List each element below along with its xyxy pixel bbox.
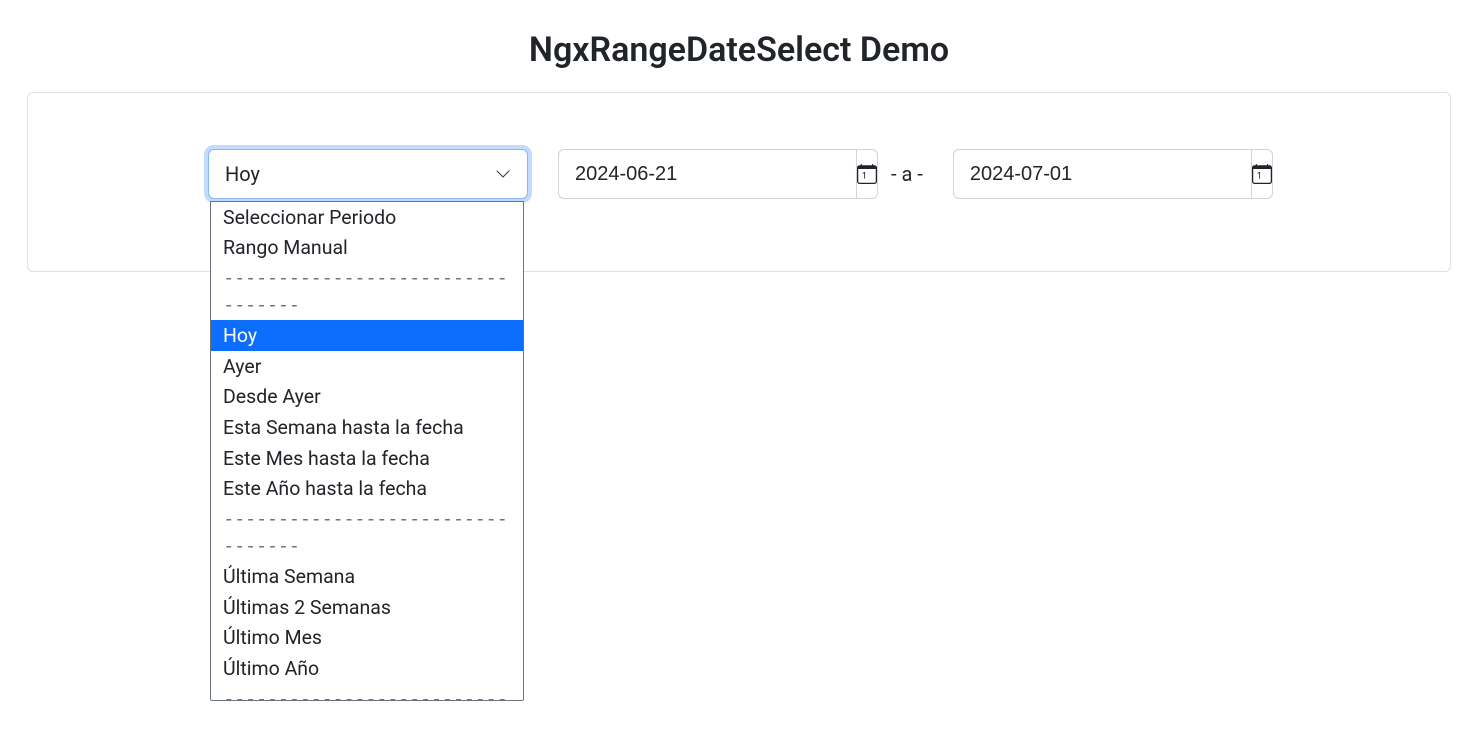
dropdown-item[interactable]: Última Semana (211, 561, 523, 592)
dropdown-item[interactable]: Desde Ayer (211, 382, 523, 413)
demo-card: Hoy Seleccionar PeriodoRango Manual-----… (27, 92, 1451, 272)
date-to-input[interactable] (953, 149, 1251, 199)
dropdown-item[interactable]: Últimas 2 Semanas (211, 592, 523, 623)
period-select-wrapper: Hoy Seleccionar PeriodoRango Manual-----… (208, 149, 528, 199)
period-select[interactable]: Hoy (208, 149, 528, 199)
dropdown-divider: --------------------------------- (211, 263, 523, 320)
date-from-group (558, 149, 861, 199)
date-range-separator: - a - (891, 162, 923, 186)
page-container: NgxRangeDateSelect Demo Hoy Seleccionar … (0, 0, 1478, 292)
page-title: NgxRangeDateSelect Demo (27, 30, 1451, 70)
calendar-icon (857, 164, 877, 184)
dropdown-item[interactable]: Ayer (211, 351, 523, 382)
controls-row: Hoy Seleccionar PeriodoRango Manual-----… (208, 149, 1270, 199)
dropdown-divider: --------------------------------- (211, 504, 523, 561)
dropdown-item[interactable]: Rango Manual (211, 233, 523, 264)
calendar-icon (1252, 164, 1272, 184)
date-from-calendar-button[interactable] (856, 149, 878, 199)
period-dropdown: Seleccionar PeriodoRango Manual---------… (210, 201, 524, 701)
dropdown-item[interactable]: Este Mes hasta la fecha (211, 443, 523, 474)
dropdown-item[interactable]: Último Mes (211, 623, 523, 654)
dropdown-divider: --------------------------------- (211, 684, 523, 701)
date-to-calendar-button[interactable] (1251, 149, 1273, 199)
dropdown-item[interactable]: Hoy (211, 320, 523, 351)
chevron-down-icon (495, 166, 511, 182)
dropdown-item[interactable]: Esta Semana hasta la fecha (211, 412, 523, 443)
date-to-group (953, 149, 1256, 199)
dropdown-item[interactable]: Seleccionar Periodo (211, 202, 523, 233)
dropdown-item[interactable]: Último Año (211, 653, 523, 684)
date-from-input[interactable] (558, 149, 856, 199)
period-selected-label: Hoy (225, 162, 260, 186)
dropdown-item[interactable]: Este Año hasta la fecha (211, 474, 523, 505)
